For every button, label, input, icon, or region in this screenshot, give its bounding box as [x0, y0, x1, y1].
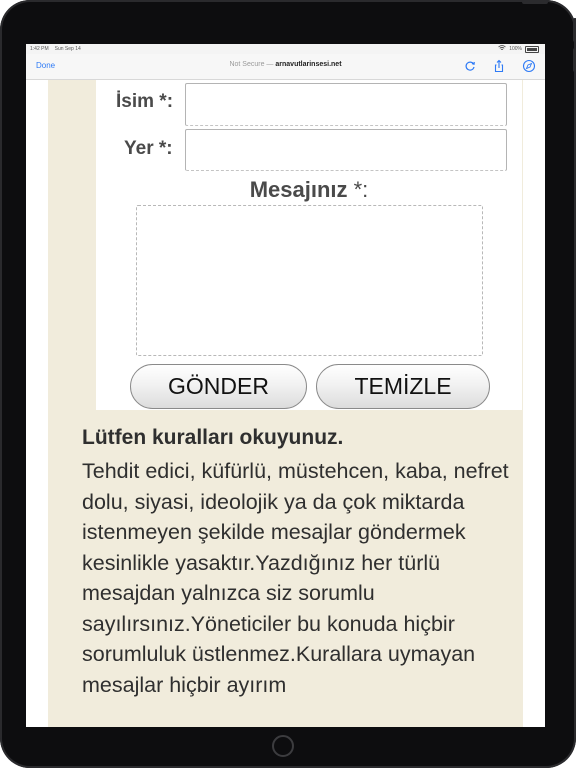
- status-bar: 1:42 PM Sun Sep 14 100%: [26, 44, 545, 54]
- power-button: [522, 0, 548, 4]
- domain-label: arnavutlarinsesi.net: [275, 61, 342, 68]
- place-label: Yer *:: [124, 138, 173, 159]
- reset-button[interactable]: TEMİZLE: [316, 364, 490, 409]
- rules-heading: Lütfen kuralları okuyunuz.: [82, 426, 344, 449]
- place-input[interactable]: [185, 129, 507, 171]
- name-input[interactable]: [185, 83, 507, 126]
- share-icon[interactable]: [492, 59, 506, 73]
- message-textarea[interactable]: [136, 205, 483, 356]
- browser-toolbar: Done Not Secure — arnavutlarinsesi.net: [26, 54, 545, 80]
- screen: 1:42 PM Sun Sep 14 100% Done Not Secure …: [26, 44, 545, 727]
- message-label-text: Mesajınız: [249, 177, 348, 202]
- submit-button[interactable]: GÖNDER: [130, 364, 307, 409]
- battery-icon: [525, 45, 539, 53]
- wifi-icon: [498, 45, 506, 53]
- rules-text: Tehdit edici, küfürlü, müstehcen, kaba, …: [82, 459, 509, 697]
- content-area: İsim *: Yer *: Mesajınız *: GÖNDER TEMİZ…: [48, 80, 523, 727]
- compass-icon[interactable]: [522, 59, 536, 73]
- name-label: İsim *:: [116, 91, 174, 112]
- home-button[interactable]: [272, 735, 294, 757]
- message-label-required: *:: [347, 177, 369, 202]
- not-secure-label: Not Secure —: [229, 61, 274, 68]
- message-form: İsim *: Yer *: Mesajınız *: GÖNDER TEMİZ…: [96, 80, 522, 410]
- tablet-device: 1:42 PM Sun Sep 14 100% Done Not Secure …: [0, 0, 576, 768]
- status-time: 1:42 PM: [30, 46, 49, 52]
- message-label: Mesajınız *:: [96, 177, 522, 203]
- status-date: Sun Sep 14: [54, 46, 81, 52]
- battery-percent: 100%: [509, 46, 522, 52]
- reload-icon[interactable]: [463, 59, 477, 73]
- web-page: İsim *: Yer *: Mesajınız *: GÖNDER TEMİZ…: [26, 80, 545, 727]
